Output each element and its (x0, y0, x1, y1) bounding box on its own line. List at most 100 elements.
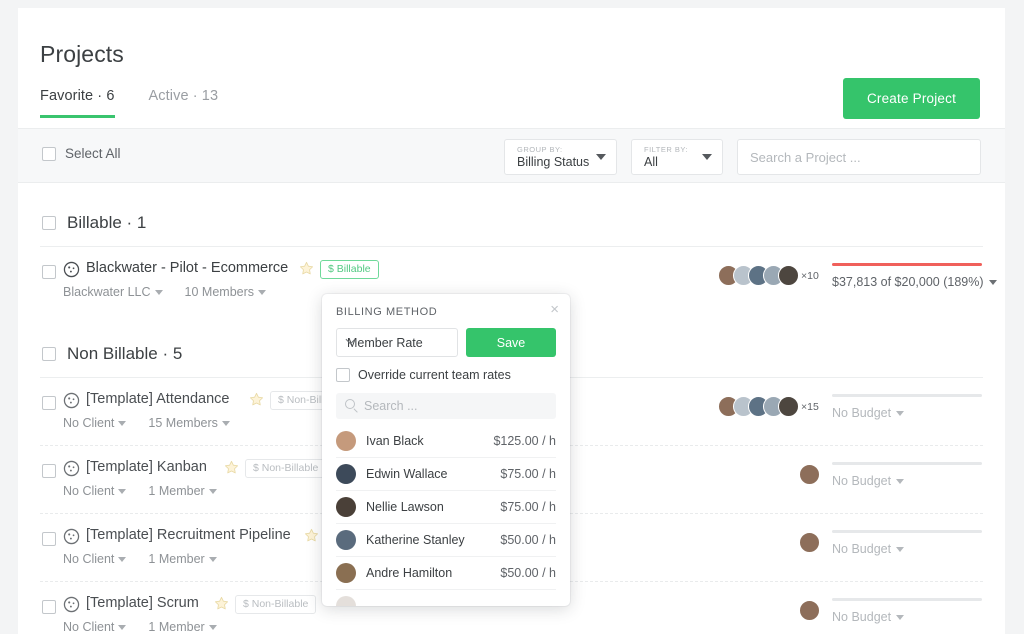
status-badge[interactable]: $ Non-Billable (245, 459, 326, 478)
avatar-group[interactable] (799, 600, 820, 621)
row-checkbox[interactable] (42, 600, 56, 614)
create-project-button[interactable]: Create Project (843, 78, 980, 119)
favorite-star-icon[interactable] (214, 596, 229, 611)
select-all-checkbox[interactable] (42, 147, 56, 161)
budget-cell[interactable]: No Budget (832, 530, 982, 556)
chevron-down-icon (155, 290, 163, 295)
budget-cell[interactable]: No Budget (832, 598, 982, 624)
list-item[interactable]: Katherine Stanley $50.00 / h (336, 524, 556, 557)
budget-cell[interactable]: $37,813 of $20,000 (189%) (832, 263, 982, 289)
popup-title: BILLING METHOD (336, 306, 437, 318)
chevron-down-icon (209, 557, 217, 562)
chevron-down-icon (258, 290, 266, 295)
project-name[interactable]: Blackwater - Pilot - Ecommerce (86, 260, 288, 276)
chevron-down-icon (702, 154, 712, 160)
budget-label[interactable]: $37,813 of $20,000 (189%) (832, 275, 982, 289)
avatar-overflow-count: ×15 (801, 401, 819, 413)
client-selector[interactable]: No Client (63, 552, 126, 566)
member-search-input[interactable] (336, 393, 556, 419)
avatar-group[interactable] (799, 464, 820, 485)
avatar (336, 431, 356, 451)
row-checkbox[interactable] (42, 532, 56, 546)
budget-label[interactable]: No Budget (832, 474, 982, 488)
avatar-group[interactable]: ×10 (718, 265, 819, 286)
tab-favorite[interactable]: Favorite · 6 (40, 88, 115, 118)
chevron-down-icon (222, 421, 230, 426)
group-checkbox-billable[interactable] (42, 216, 56, 230)
member-rate: $50.00 / h (500, 533, 556, 547)
row-meta: No Client 1 Member (63, 484, 217, 498)
list-item[interactable]: Andre Hamilton $50.00 / h (336, 557, 556, 590)
member-search-box[interactable] (336, 393, 556, 419)
members-selector[interactable]: 10 Members (185, 285, 266, 299)
member-name: Andre Hamilton (366, 566, 452, 580)
members-selector[interactable]: 1 Member (148, 484, 216, 498)
group-by-dropdown[interactable]: GROUP BY: Billing Status (504, 139, 617, 175)
budget-bar (832, 598, 982, 601)
client-selector[interactable]: No Client (63, 416, 126, 430)
client-selector[interactable]: No Client (63, 620, 126, 634)
row-meta: Blackwater LLC 10 Members (63, 285, 266, 299)
search-input[interactable] (738, 140, 980, 174)
billing-method-value: Member Rate (347, 336, 423, 350)
project-search-box[interactable] (737, 139, 981, 175)
list-item[interactable]: Ivan Black $125.00 / h (336, 425, 556, 458)
group-checkbox-non-billable[interactable] (42, 347, 56, 361)
budget-label[interactable]: No Budget (832, 610, 982, 624)
close-icon[interactable]: × (550, 302, 559, 317)
select-all-control[interactable]: Select All (42, 146, 121, 161)
project-name[interactable]: [Template] Scrum (86, 595, 199, 611)
favorite-star-icon[interactable] (299, 261, 314, 276)
popup-arrow (368, 294, 385, 302)
project-name[interactable]: [Template] Kanban (86, 459, 207, 475)
row-checkbox[interactable] (42, 265, 56, 279)
billing-method-select[interactable]: Member Rate (336, 328, 458, 357)
save-button[interactable]: Save (466, 328, 556, 357)
budget-bar (832, 394, 982, 397)
status-badge[interactable]: $ Non-Billable (235, 595, 316, 614)
avatar (336, 596, 356, 606)
row-checkbox[interactable] (42, 396, 56, 410)
project-name[interactable]: [Template] Recruitment Pipeline (86, 527, 291, 543)
list-item[interactable] (336, 590, 556, 606)
budget-cell[interactable]: No Budget (832, 394, 982, 420)
avatar-group[interactable]: ×15 (718, 396, 819, 417)
list-item[interactable]: Nellie Lawson $75.00 / h (336, 491, 556, 524)
favorite-star-icon[interactable] (249, 392, 264, 407)
members-selector[interactable]: 1 Member (148, 552, 216, 566)
members-selector[interactable]: 1 Member (148, 620, 216, 634)
billing-method-popup[interactable]: BILLING METHOD × Member Rate Save Overri… (322, 294, 570, 606)
budget-label[interactable]: No Budget (832, 406, 982, 420)
client-selector[interactable]: No Client (63, 484, 126, 498)
chevron-down-icon (896, 411, 904, 416)
filter-by-kicker: FILTER BY: (644, 145, 688, 154)
list-item[interactable]: Edwin Wallace $75.00 / h (336, 458, 556, 491)
project-icon (63, 460, 80, 477)
filter-by-dropdown[interactable]: FILTER BY: All (631, 139, 723, 175)
override-checkbox[interactable] (336, 368, 350, 382)
avatar (778, 265, 799, 286)
chevron-down-icon (118, 421, 126, 426)
group-by-value: Billing Status (517, 155, 589, 169)
row-meta: No Client 1 Member (63, 552, 217, 566)
budget-bar (832, 263, 982, 266)
project-name[interactable]: [Template] Attendance (86, 391, 230, 407)
chevron-down-icon (118, 625, 126, 630)
members-selector[interactable]: 15 Members (148, 416, 229, 430)
status-badge[interactable]: $ Billable (320, 260, 379, 279)
avatar (799, 532, 820, 553)
row-checkbox[interactable] (42, 464, 56, 478)
favorite-star-icon[interactable] (224, 460, 239, 475)
avatar (799, 464, 820, 485)
member-name: Nellie Lawson (366, 500, 444, 514)
override-team-rates-control[interactable]: Override current team rates (336, 368, 511, 382)
budget-cell[interactable]: No Budget (832, 462, 982, 488)
client-selector[interactable]: Blackwater LLC (63, 285, 163, 299)
favorite-star-icon[interactable] (304, 528, 319, 543)
budget-label[interactable]: No Budget (832, 542, 982, 556)
projects-card: Projects Favorite · 6 Active · 13 Create… (18, 8, 1005, 634)
avatar (778, 396, 799, 417)
tab-active[interactable]: Active · 13 (149, 88, 219, 118)
avatar-group[interactable] (799, 532, 820, 553)
override-label: Override current team rates (358, 368, 511, 382)
